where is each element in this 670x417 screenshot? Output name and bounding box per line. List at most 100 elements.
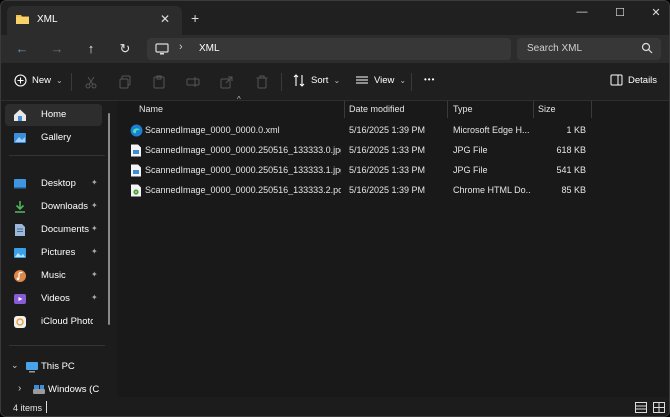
table-row[interactable]: ScannedImage_0000_0000.250516_133333.1.j… — [117, 160, 669, 180]
details-button[interactable]: Details — [610, 74, 657, 86]
sidebar-item-pictures[interactable]: Pictures ✦ — [5, 242, 102, 264]
file-explorer-window: XML ✕ + — ☐ ✕ ← → ↑ ↻ › XML Search XML N… — [0, 0, 670, 417]
sidebar-item-label: Music — [41, 270, 66, 281]
divider — [71, 73, 72, 91]
table-row[interactable]: ScannedImage_0000_0000.250516_133333.2.p… — [117, 180, 669, 200]
sidebar-item-documents[interactable]: Documents ✦ — [5, 219, 102, 241]
this-pc-icon — [25, 360, 39, 374]
expand-chevron-icon[interactable]: ⌄ — [11, 360, 19, 371]
cut-icon[interactable] — [84, 75, 98, 89]
icloud-icon — [13, 315, 27, 329]
close-window-button[interactable]: ✕ — [646, 6, 666, 20]
command-bar: New ⌄ Sort ⌄ View ⌄ ••• Details — [1, 63, 669, 101]
view-button[interactable]: View ⌄ — [355, 74, 406, 86]
sidebar-item-label: Desktop — [41, 178, 76, 189]
table-row[interactable]: ScannedImage_0000_0000.0.xml 5/16/2025 1… — [117, 120, 669, 140]
rename-icon[interactable] — [186, 75, 200, 89]
column-header-size[interactable]: Size — [538, 104, 556, 114]
file-name: ScannedImage_0000_0000.250516_133333.2.p… — [145, 185, 341, 195]
pin-icon[interactable]: ✦ — [91, 224, 98, 233]
plus-circle-icon — [14, 74, 27, 87]
share-icon[interactable] — [220, 75, 234, 89]
tab-close-icon[interactable]: ✕ — [160, 12, 170, 26]
file-size: 85 KB — [561, 185, 586, 195]
pin-icon[interactable]: ✦ — [91, 201, 98, 210]
maximize-button[interactable]: ☐ — [610, 6, 630, 20]
sidebar-item-gallery[interactable]: Gallery — [5, 127, 102, 149]
sidebar-item-downloads[interactable]: Downloads ✦ — [5, 196, 102, 218]
minimize-button[interactable]: — — [572, 6, 592, 20]
sidebar-item-desktop[interactable]: Desktop ✦ — [5, 173, 102, 195]
sidebar-item-icloud-photos[interactable]: iCloud Photos — [5, 311, 102, 333]
pin-icon[interactable]: ✦ — [91, 293, 98, 302]
pdf-file-icon — [130, 184, 142, 197]
breadcrumb-xml[interactable]: XML — [199, 43, 220, 54]
sidebar-item-label: iCloud Photos — [41, 316, 93, 327]
sidebar-item-label: Gallery — [41, 132, 72, 143]
column-header-name[interactable]: Name — [139, 104, 163, 114]
address-bar[interactable]: › XML — [147, 38, 511, 60]
desktop-icon — [13, 177, 27, 191]
sidebar-scrollbar[interactable] — [108, 113, 110, 325]
edge-file-icon — [130, 124, 143, 137]
new-tab-button[interactable]: + — [191, 10, 199, 26]
details-view-icon[interactable] — [635, 402, 647, 413]
folder-icon — [16, 14, 29, 24]
tab-xml[interactable]: XML ✕ — [7, 6, 182, 35]
column-divider[interactable] — [533, 101, 534, 118]
sort-button[interactable]: Sort ⌄ — [293, 74, 340, 87]
view-list-icon — [355, 74, 369, 86]
sidebar-divider — [9, 155, 105, 156]
table-row[interactable]: ScannedImage_0000_0000.250516_133333.0.j… — [117, 140, 669, 160]
file-date: 5/16/2025 1:33 PM — [349, 165, 426, 175]
tiles-view-icon[interactable] — [653, 402, 665, 413]
file-name: ScannedImage_0000_0000.0.xml — [145, 125, 280, 135]
column-header-type[interactable]: Type — [453, 104, 473, 114]
file-list: ^ Name Date modified Type Size ScannedIm… — [117, 95, 669, 397]
file-size: 618 KB — [556, 145, 586, 155]
column-divider[interactable] — [591, 101, 592, 118]
back-icon[interactable]: ← — [14, 41, 30, 56]
sidebar-item-this-pc[interactable]: ⌄ This PC — [5, 356, 102, 378]
navigation-bar: ← → ↑ ↻ › XML Search XML — [1, 35, 669, 63]
status-bar: 4 items — [1, 397, 669, 416]
file-size: 1 KB — [566, 125, 586, 135]
copy-icon[interactable] — [118, 75, 132, 89]
sidebar-item-music[interactable]: Music ✦ — [5, 265, 102, 287]
sort-icon — [293, 74, 306, 87]
chevron-down-icon: ⌄ — [56, 76, 63, 85]
divider — [281, 73, 282, 91]
column-divider[interactable] — [447, 101, 448, 118]
file-size: 541 KB — [556, 165, 586, 175]
breadcrumb-chevron-icon[interactable]: › — [179, 41, 183, 53]
details-pane-icon — [610, 74, 623, 86]
column-header-row: ^ Name Date modified Type Size — [117, 95, 669, 118]
sidebar-item-label: This PC — [41, 361, 75, 372]
sort-label: Sort — [311, 75, 329, 86]
forward-icon[interactable]: → — [49, 41, 65, 56]
sidebar-item-label: Videos — [41, 293, 70, 304]
column-divider[interactable] — [344, 101, 345, 118]
pin-icon[interactable]: ✦ — [91, 178, 98, 187]
file-date: 5/16/2025 1:39 PM — [349, 125, 426, 135]
new-button[interactable]: New ⌄ — [14, 74, 63, 87]
delete-icon[interactable] — [255, 75, 269, 89]
search-icon[interactable] — [641, 42, 653, 54]
sidebar-item-home[interactable]: Home — [5, 104, 102, 126]
search-placeholder: Search XML — [527, 43, 583, 54]
home-icon — [13, 108, 27, 122]
file-name: ScannedImage_0000_0000.250516_133333.1.j… — [145, 165, 341, 175]
sidebar-item-label: Pictures — [41, 247, 76, 258]
paste-icon[interactable] — [152, 75, 166, 89]
up-icon[interactable]: ↑ — [83, 41, 99, 56]
pin-icon[interactable]: ✦ — [91, 247, 98, 256]
pin-icon[interactable]: ✦ — [91, 270, 98, 279]
search-box[interactable]: Search XML — [517, 38, 661, 60]
file-name: ScannedImage_0000_0000.250516_133333.0.j… — [145, 145, 341, 155]
refresh-icon[interactable]: ↻ — [117, 41, 133, 57]
expand-chevron-icon[interactable]: › — [18, 383, 21, 394]
sidebar-item-videos[interactable]: Videos ✦ — [5, 288, 102, 310]
column-header-date-modified[interactable]: Date modified — [349, 104, 405, 114]
tab-title: XML — [37, 14, 58, 25]
more-options-icon[interactable]: ••• — [424, 75, 435, 84]
